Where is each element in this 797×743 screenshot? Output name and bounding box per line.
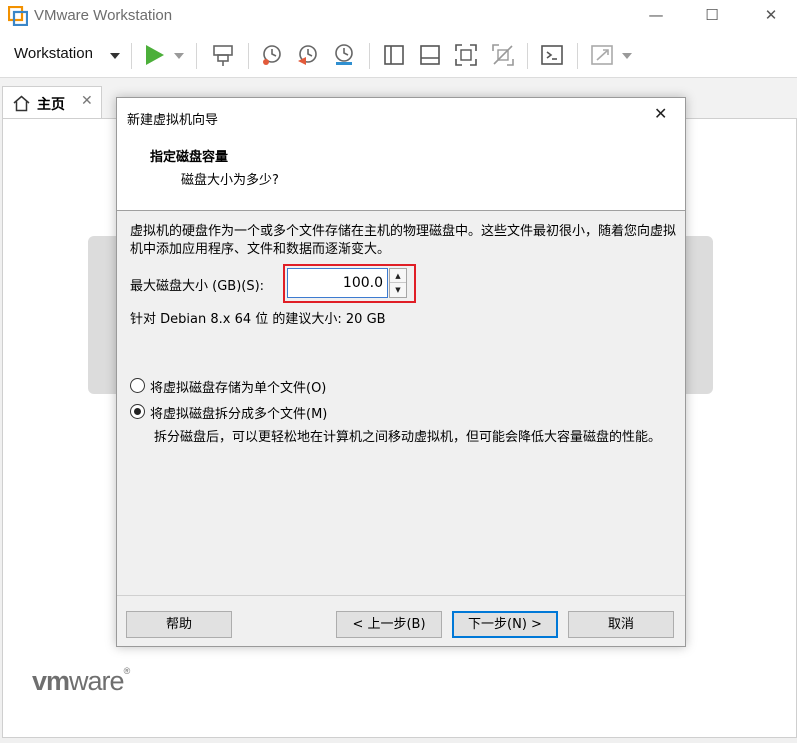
split-disk-note: 拆分磁盘后，可以更轻松地在计算机之间移动虚拟机，但可能会降低大容量磁盘的性能。: [154, 430, 662, 445]
unity-icon[interactable]: [490, 42, 516, 68]
radio-split-files[interactable]: [130, 404, 145, 419]
toolbar-separator: [248, 43, 249, 69]
full-screen-icon[interactable]: [453, 42, 479, 68]
dialog-header: 新建虚拟机向导 ✕ 指定磁盘容量 磁盘大小为多少?: [117, 98, 685, 210]
dialog-title: 新建虚拟机向导: [127, 113, 219, 128]
tab-home[interactable]: 主页 ✕: [2, 86, 102, 119]
minimize-button[interactable]: —: [633, 0, 679, 32]
option-single-file-label[interactable]: 将虚拟磁盘存储为单个文件(O): [150, 377, 326, 396]
radio-single-file[interactable]: [130, 378, 145, 393]
workstation-menu[interactable]: Workstation: [14, 45, 93, 62]
max-disk-size-input[interactable]: 100.0: [287, 268, 388, 298]
workstation-menu-caret-icon[interactable]: [110, 53, 120, 59]
network-adapter-icon[interactable]: [210, 42, 236, 68]
back-button[interactable]: < 上一步(B): [336, 611, 442, 638]
vmware-app-icon: [8, 6, 28, 26]
footer-divider: [117, 595, 685, 596]
recommended-size-text: 针对 Debian 8.x 64 位 的建议大小: 20 GB: [130, 312, 386, 327]
next-button[interactable]: 下一步(N) >: [452, 611, 558, 638]
step-heading: 指定磁盘容量: [150, 150, 229, 165]
play-icon[interactable]: [141, 42, 167, 68]
spin-down-icon[interactable]: ▼: [390, 283, 406, 297]
stretch-icon[interactable]: [589, 42, 615, 68]
snapshot-revert-icon[interactable]: [295, 42, 321, 68]
snapshot-take-icon[interactable]: [259, 42, 285, 68]
toolbar: Workstation: [0, 32, 797, 78]
vmware-logo: vmware®: [32, 666, 131, 696]
stretch-dropdown-caret-icon[interactable]: [622, 53, 632, 59]
play-dropdown-caret-icon[interactable]: [174, 53, 184, 59]
snapshot-manager-icon[interactable]: [331, 42, 357, 68]
cancel-button[interactable]: 取消: [568, 611, 674, 638]
toolbar-separator: [196, 43, 197, 69]
disk-size-spinner: ▲ ▼: [389, 268, 407, 298]
close-window-button[interactable]: ✕: [748, 0, 794, 32]
spin-up-icon[interactable]: ▲: [390, 269, 406, 283]
console-icon[interactable]: [539, 42, 565, 68]
toolbar-separator: [369, 43, 370, 69]
home-icon: [13, 95, 30, 112]
sidebar-toggle-icon[interactable]: [381, 42, 407, 68]
toolbar-separator: [131, 43, 132, 69]
help-button[interactable]: 帮助: [126, 611, 232, 638]
header-divider: [117, 210, 685, 211]
dialog-close-icon[interactable]: ✕: [654, 104, 667, 123]
tab-home-label: 主页: [37, 97, 65, 113]
new-vm-wizard-dialog: 新建虚拟机向导 ✕ 指定磁盘容量 磁盘大小为多少? 虚拟机的硬盘作为一个或多个文…: [116, 97, 686, 647]
maximize-button[interactable]: ☐: [689, 0, 735, 32]
toolbar-separator: [577, 43, 578, 69]
option-split-files-label[interactable]: 将虚拟磁盘拆分成多个文件(M): [150, 403, 327, 422]
disk-description: 虚拟机的硬盘作为一个或多个文件存储在主机的物理磁盘中。这些文件最初很小，随着您向…: [130, 224, 677, 257]
bottom-panel-icon[interactable]: [417, 42, 443, 68]
window-title-bar: VMware Workstation — ☐ ✕: [0, 0, 797, 32]
tab-close-icon[interactable]: ✕: [81, 93, 93, 109]
max-disk-size-label: 最大磁盘大小 (GB)(S):: [130, 279, 265, 294]
step-subheading: 磁盘大小为多少?: [181, 173, 279, 188]
window-title: VMware Workstation: [34, 7, 173, 24]
toolbar-separator: [527, 43, 528, 69]
